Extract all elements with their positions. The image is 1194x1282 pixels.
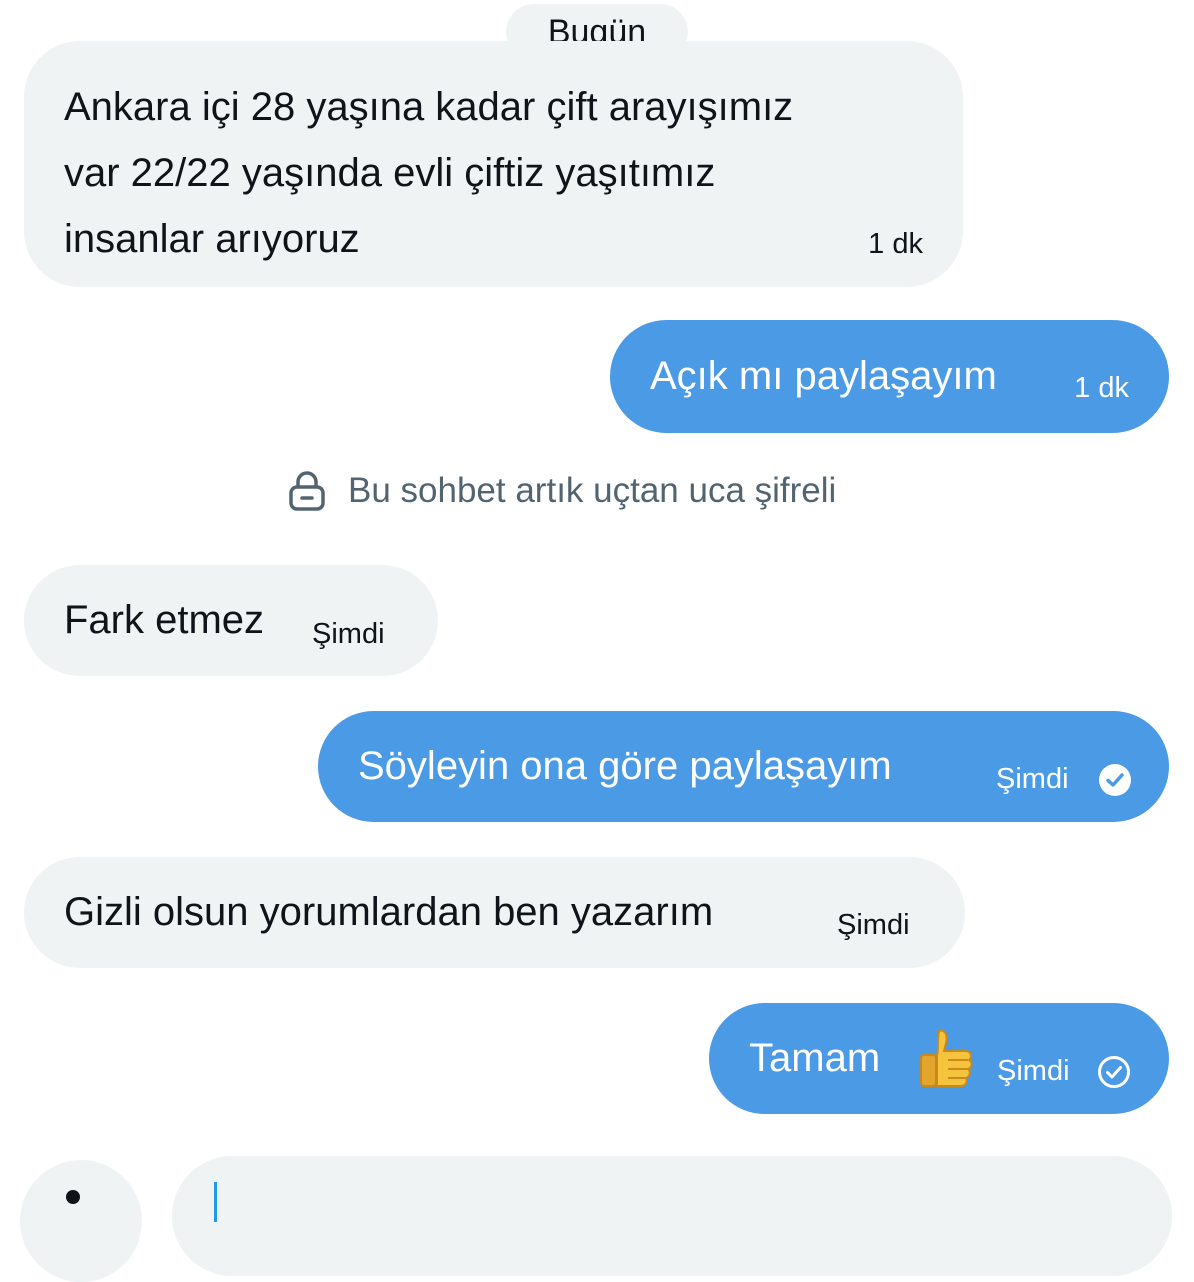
message-time: Şimdi [996, 763, 1069, 795]
check-filled-icon [1099, 764, 1131, 796]
message-time: Şimdi [312, 618, 385, 650]
message-text: Gizli olsun yorumlardan ben yazarım [64, 890, 714, 934]
message-bubble-incoming[interactable]: Fark etmez Şimdi [24, 565, 438, 676]
thumbs-up-emoji [920, 1029, 973, 1087]
message-text: Söyleyin ona göre paylaşayım [358, 744, 892, 788]
message-bubble-outgoing[interactable]: Tamam Şimdi [709, 1003, 1169, 1114]
text-cursor [214, 1182, 217, 1222]
message-text: Tamam [749, 1036, 881, 1080]
encryption-notice: Bu sohbet artık uçtan uca şifreli [288, 468, 836, 514]
check-outline-icon [1098, 1056, 1130, 1088]
message-time: 1 dk [1074, 372, 1129, 404]
message-bubble-outgoing[interactable]: Açık mı paylaşayım 1 dk [610, 320, 1169, 433]
message-bubble-incoming[interactable]: Gizli olsun yorumlardan ben yazarım Şimd… [24, 857, 965, 968]
message-text: Ankara içi 28 yaşına kadar çift arayışım… [64, 85, 794, 261]
message-text: Açık mı paylaşayım [650, 354, 997, 398]
composer-media-button[interactable] [20, 1160, 142, 1282]
message-input[interactable] [172, 1156, 1172, 1276]
message-time: Şimdi [997, 1055, 1070, 1087]
message-time: Şimdi [837, 909, 910, 941]
lock-icon [289, 471, 325, 511]
media-icon [66, 1190, 80, 1204]
encryption-notice-text: Bu sohbet artık uçtan uca şifreli [348, 471, 837, 510]
message-bubble-incoming[interactable]: Ankara içi 28 yaşına kadar çift arayışım… [24, 41, 963, 287]
message-bubble-outgoing[interactable]: Söyleyin ona göre paylaşayım Şimdi [318, 711, 1169, 822]
message-time: 1 dk [868, 228, 923, 260]
message-text: Fark etmez [64, 598, 265, 642]
